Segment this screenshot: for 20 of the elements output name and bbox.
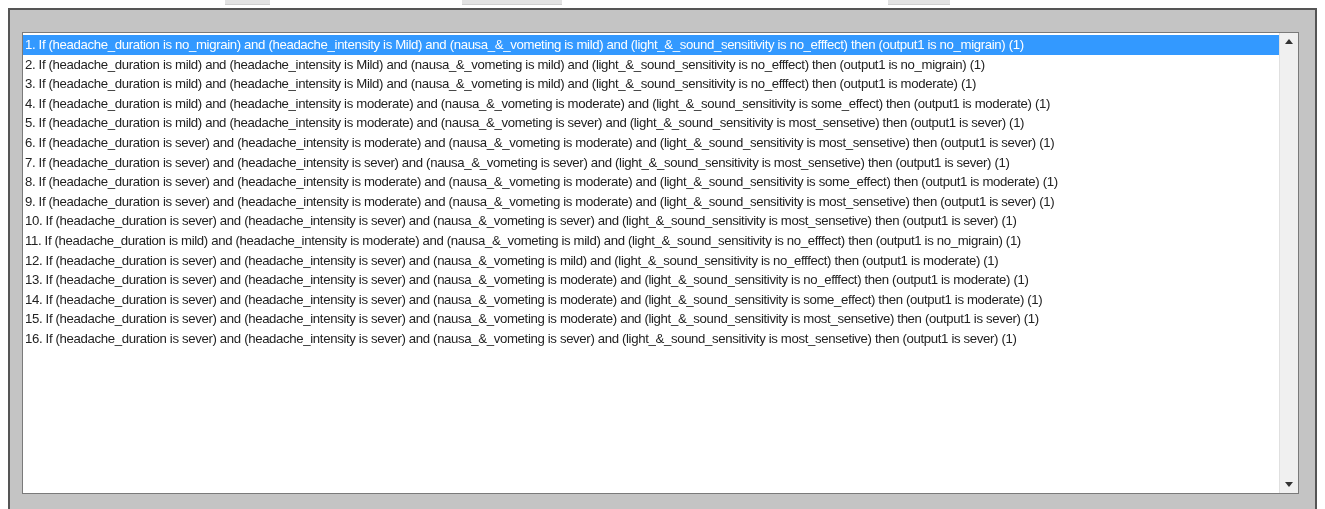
rule-item[interactable]: 2. If (headache_duration is mild) and (headache_intensity is Mild) and (nausa_&_vometing is mild) and (light_&_sound_sensitivity is no_efffect) then (output1 is no_migrain) (1) — [23, 54, 1279, 75]
scroll-up-icon[interactable] — [1285, 39, 1293, 44]
rule-item[interactable]: 15. If (headache_duration is sever) and (headache_intensity is sever) and (nausa_&_vometing is moderate) and (light_&_sound_sensitivity is most_sensetive) then (output1 is sever) (1) — [23, 309, 1279, 329]
rule-item[interactable]: 16. If (headache_duration is sever) and (headache_intensity is sever) and (nausa_&_vometing is sever) and (light_&_sound_sensitivity is most_sensetive) then (output1 is sever) (1) — [23, 328, 1279, 349]
rule-item[interactable]: 11. If (headache_duration is mild) and (headache_intensity is moderate) and (nausa_&_vometing is mild) and (light_&_sound_sensitivity is no_efffect) then (output1 is no_migrain) (1) — [23, 230, 1279, 251]
rule-item[interactable]: 12. If (headache_duration is sever) and (headache_intensity is sever) and (nausa_&_vometing is mild) and (light_&_sound_sensitivity is no_efffect) then (output1 is moderate) (1) — [23, 250, 1279, 271]
control-edge — [225, 0, 270, 5]
rule-item[interactable]: 9. If (headache_duration is sever) and (headache_intensity is moderate) and (nausa_&_vometing is moderate) and (light_&_sound_sensitivity is most_sensetive) then (output1 is sever) (1) — [23, 191, 1279, 212]
rule-item[interactable]: 10. If (headache_duration is sever) and (headache_intensity is sever) and (nausa_&_vometing is sever) and (light_&_sound_sensitivity is most_sensetive) then (output1 is sever) (1) — [23, 211, 1279, 231]
rule-item[interactable]: 8. If (headache_duration is sever) and (headache_intensity is moderate) and (nausa_&_vometing is moderate) and (light_&_sound_sensitivity is some_effect) then (output1 is moderate) (1) — [23, 172, 1279, 192]
scrollbar[interactable] — [1279, 33, 1298, 493]
rule-item[interactable]: 3. If (headache_duration is mild) and (headache_intensity is Mild) and (nausa_&_vometing is mild) and (light_&_sound_sensitivity is no_efffect) then (output1 is moderate) (1) — [23, 74, 1279, 94]
rule-item[interactable]: 14. If (headache_duration is sever) and (headache_intensity is sever) and (nausa_&_vometing is moderate) and (light_&_sound_sensitivity is some_effect) then (output1 is moderate) (1) — [23, 289, 1279, 310]
scroll-down-icon[interactable] — [1285, 482, 1293, 487]
rule-item[interactable]: 4. If (headache_duration is mild) and (headache_intensity is moderate) and (nausa_&_vometing is moderate) and (light_&_sound_sensitivity is some_effect) then (output1 is moderate) (1) — [23, 93, 1279, 114]
rule-item[interactable]: 6. If (headache_duration is sever) and (headache_intensity is moderate) and (nausa_&_vometing is moderate) and (light_&_sound_sensitivity is most_sensetive) then (output1 is sever) (1) — [23, 132, 1279, 153]
rule-item[interactable]: 7. If (headache_duration is sever) and (headache_intensity is sever) and (nausa_&_vometing is sever) and (light_&_sound_sensitivity is most_sensetive) then (output1 is sever) (1) — [23, 152, 1279, 173]
rule-item[interactable]: 5. If (headache_duration is mild) and (headache_intensity is moderate) and (nausa_&_vometing is sever) and (light_&_sound_sensitivity is most_sensetive) then (output1 is sever) (1) — [23, 113, 1279, 133]
rule-item[interactable]: 13. If (headache_duration is sever) and (headache_intensity is sever) and (nausa_&_vometing is moderate) and (light_&_sound_sensitivity is no_efffect) then (output1 is moderate) (1) — [23, 270, 1279, 290]
control-edge — [888, 0, 950, 5]
